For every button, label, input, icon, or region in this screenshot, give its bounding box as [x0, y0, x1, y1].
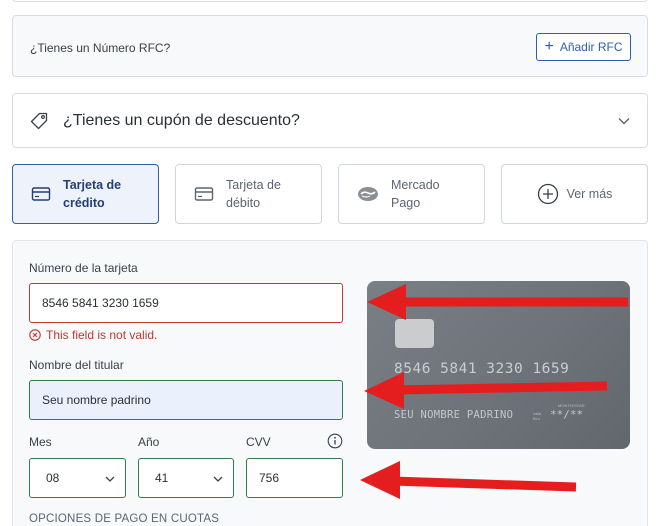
month-label: Mes — [29, 435, 52, 449]
credit-card-icon — [31, 187, 51, 201]
mercado-pago-icon — [358, 187, 378, 201]
month-select[interactable]: 08 — [29, 458, 126, 498]
tab-see-more-label: Ver más — [566, 187, 613, 201]
plus-icon: + — [544, 38, 554, 55]
tab-debit-card-label: Tarjeta de débito — [226, 176, 281, 212]
card-preview: 8546 5841 3230 1659 SEU NOMBRE PADRINO v… — [367, 281, 630, 449]
card-preview-expiry: **/** — [550, 408, 584, 421]
tab-label-line: Mercado — [391, 178, 440, 192]
holder-name-input[interactable] — [29, 380, 343, 420]
cvv-label: CVV — [246, 435, 271, 449]
plus-circle-icon — [537, 183, 558, 205]
card-preview-valid-label: valid thru — [533, 411, 542, 421]
top-container-edge — [12, 0, 648, 2]
month-value: 08 — [46, 471, 60, 485]
error-icon — [29, 329, 41, 341]
holder-name-label: Nombre del titular — [29, 358, 124, 372]
rfc-question: ¿Tienes un Número RFC? — [30, 41, 171, 55]
card-number-label: Número de la tarjeta — [29, 261, 138, 275]
tab-mercado-pago[interactable]: Mercado Pago — [338, 164, 485, 224]
tab-credit-card-label: Tarjeta de crédito — [63, 176, 121, 212]
tab-label-line: crédito — [63, 196, 105, 210]
chevron-down-icon — [618, 118, 630, 125]
add-rfc-button[interactable]: + Añadir RFC — [536, 33, 631, 61]
coupon-accordion[interactable]: ¿Tienes un cupón de descuento? — [12, 93, 648, 148]
tab-debit-card[interactable]: Tarjeta de débito — [175, 164, 322, 224]
tab-label-line: Pago — [391, 196, 421, 210]
card-number-error: This field is not valid. — [29, 328, 157, 342]
add-rfc-label: Añadir RFC — [559, 40, 623, 54]
chip-icon — [395, 319, 434, 348]
tab-label-line: débito — [226, 196, 261, 210]
tag-icon — [30, 112, 48, 130]
tab-label-line: Tarjeta de — [226, 178, 281, 192]
rfc-section: ¿Tienes un Número RFC? + Añadir RFC — [12, 15, 648, 77]
debit-card-icon — [194, 187, 214, 201]
year-label: Año — [138, 435, 160, 449]
year-select[interactable]: 41 — [138, 458, 234, 498]
error-message: This field is not valid. — [46, 328, 158, 342]
year-value: 41 — [155, 471, 169, 485]
installments-heading: OPCIONES DE PAGO EN CUOTAS — [29, 513, 220, 525]
coupon-question: ¿Tienes un cupón de descuento? — [63, 112, 300, 129]
card-number-input[interactable] — [29, 283, 343, 323]
chevron-down-icon — [105, 476, 115, 482]
tab-label-line: Tarjeta de — [63, 178, 122, 192]
card-preview-number: 8546 5841 3230 1659 — [394, 361, 570, 377]
chevron-down-icon — [213, 476, 223, 482]
info-icon[interactable] — [327, 433, 343, 449]
tab-mercado-pago-label: Mercado Pago — [391, 176, 440, 212]
card-preview-name: SEU NOMBRE PADRINO — [394, 409, 514, 421]
tab-see-more[interactable]: Ver más — [501, 164, 648, 224]
cvv-input[interactable] — [246, 458, 343, 498]
tab-credit-card[interactable]: Tarjeta de crédito — [12, 164, 159, 224]
